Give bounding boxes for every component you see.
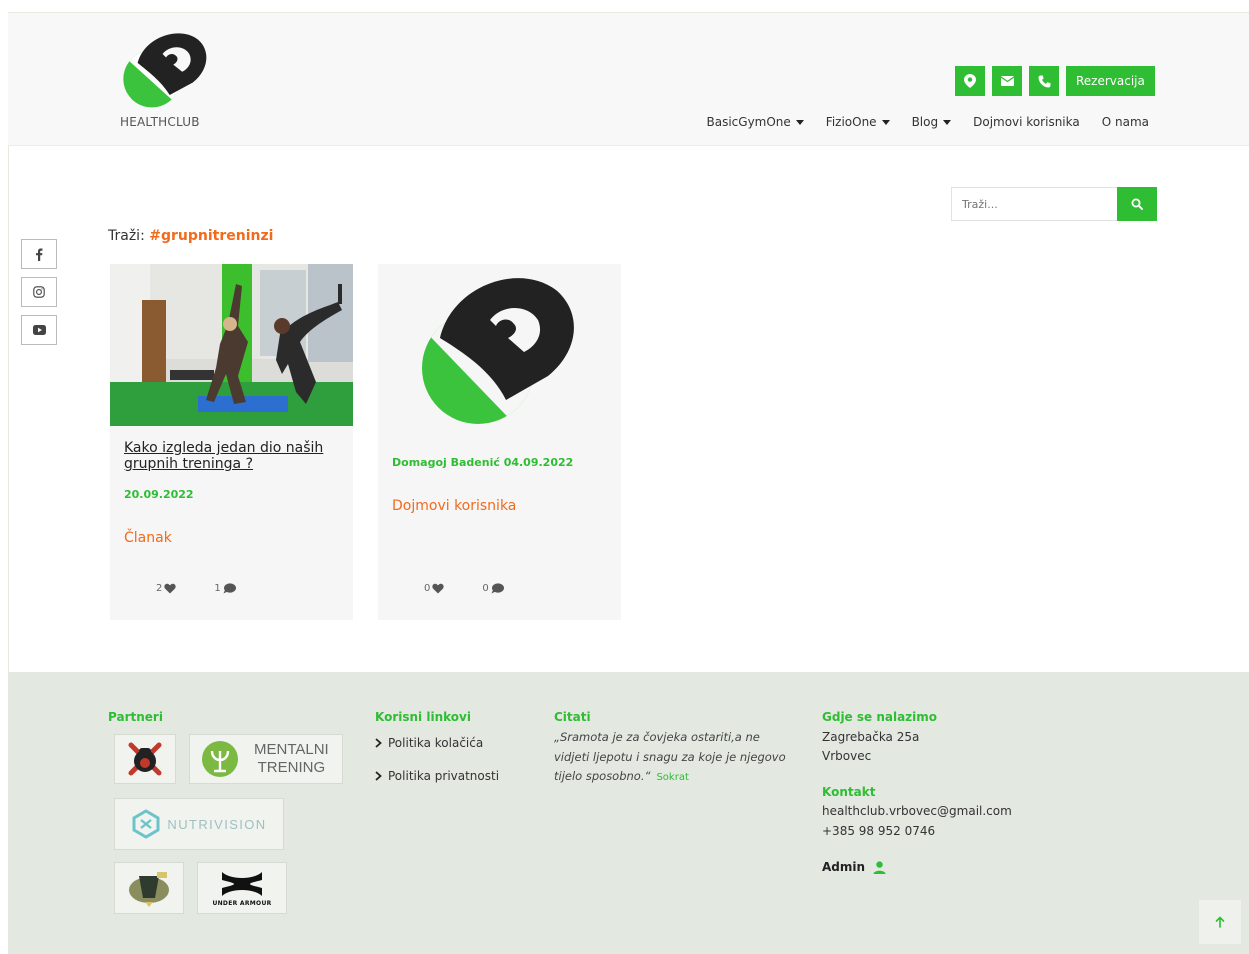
site-footer: Partneri MENTALNI TRENING NUTRIVISION UN… bbox=[8, 672, 1249, 954]
post-card[interactable]: Kako izgleda jedan dio naših grupnih tre… bbox=[110, 264, 353, 620]
site-header: HEALTHCLUB Rezervacija BasicGymOne Fizio… bbox=[8, 13, 1249, 146]
quote-block: „Sramota je za čovjeka ostariti,a ne vid… bbox=[554, 730, 786, 783]
address-city: Vrbovec bbox=[822, 749, 872, 763]
club-crest-icon bbox=[129, 872, 169, 907]
reservation-button[interactable]: Rezervacija bbox=[1066, 66, 1155, 96]
nutrivision-icon bbox=[132, 809, 160, 839]
location-icon[interactable] bbox=[955, 66, 985, 96]
post-stats: 0 0 bbox=[424, 583, 504, 594]
contact-email[interactable]: healthclub.vrbovec@gmail.com bbox=[822, 802, 1012, 821]
search-input[interactable] bbox=[951, 187, 1117, 221]
nav-item-blog[interactable]: Blog bbox=[912, 115, 952, 129]
under-armour-icon bbox=[222, 871, 262, 896]
quotes-heading: Citati bbox=[554, 710, 591, 724]
facebook-icon[interactable] bbox=[21, 239, 57, 269]
chevron-right-icon bbox=[375, 771, 382, 781]
location-heading: Gdje se nalazimo bbox=[822, 710, 938, 724]
heart-icon bbox=[432, 583, 445, 594]
instagram-icon[interactable] bbox=[21, 277, 57, 307]
post-date: 20.09.2022 bbox=[124, 488, 194, 501]
main-nav: BasicGymOne FizioOne Blog Dojmovi korisn… bbox=[707, 115, 1150, 129]
nav-item-dojmovi-korisnika[interactable]: Dojmovi korisnika bbox=[973, 115, 1080, 129]
partners-heading: Partneri bbox=[108, 710, 163, 724]
nav-item-basicgymone[interactable]: BasicGymOne bbox=[707, 115, 804, 129]
user-icon bbox=[873, 860, 886, 874]
like-count[interactable]: 2 bbox=[156, 583, 177, 594]
address-line: Zagrebačka 25a bbox=[822, 730, 920, 744]
partner-logo-under-armour[interactable]: UNDER ARMOUR bbox=[197, 862, 287, 914]
like-count[interactable]: 0 bbox=[424, 583, 445, 594]
post-card[interactable]: Domagoj Badenić 04.09.2022 Dojmovi koris… bbox=[378, 264, 621, 620]
footer-links: Politika kolačića Politika privatnosti bbox=[375, 736, 499, 796]
post-title[interactable]: Kako izgleda jedan dio naših grupnih tre… bbox=[124, 440, 334, 472]
mail-icon[interactable] bbox=[992, 66, 1022, 96]
post-thumbnail[interactable] bbox=[110, 264, 353, 426]
header-actions: Rezervacija bbox=[955, 66, 1155, 96]
post-author-date: Domagoj Badenić 04.09.2022 bbox=[392, 456, 574, 469]
contact-phone[interactable]: +385 98 952 0746 bbox=[822, 822, 935, 841]
youtube-icon[interactable] bbox=[21, 315, 57, 345]
search-tag[interactable]: #grupnitreninzi bbox=[149, 228, 273, 244]
post-category[interactable]: Dojmovi korisnika bbox=[392, 498, 516, 514]
partner-logo-nutrivision[interactable]: NUTRIVISION bbox=[114, 798, 284, 850]
nav-item-o-nama[interactable]: O nama bbox=[1102, 115, 1149, 129]
comment-count[interactable]: 0 bbox=[482, 583, 504, 594]
link-politika-privatnosti[interactable]: Politika privatnosti bbox=[375, 769, 499, 783]
kettlebell-logo-icon[interactable] bbox=[118, 27, 216, 113]
admin-link[interactable]: Admin bbox=[822, 860, 886, 874]
search-result-heading: Traži: #grupnitreninzi bbox=[108, 228, 274, 244]
post-thumbnail-logo[interactable] bbox=[378, 264, 621, 434]
post-stats: 2 1 bbox=[156, 583, 236, 594]
mental-training-icon bbox=[202, 741, 238, 777]
partner-logo-club[interactable] bbox=[114, 862, 184, 914]
contact-heading: Kontakt bbox=[822, 785, 876, 799]
comment-count[interactable]: 1 bbox=[214, 583, 236, 594]
partner-logo-boxing[interactable] bbox=[114, 734, 176, 784]
post-category[interactable]: Članak bbox=[124, 530, 172, 546]
heart-icon bbox=[164, 583, 177, 594]
arrow-up-icon bbox=[1215, 916, 1225, 928]
scroll-to-top-button[interactable] bbox=[1199, 900, 1241, 944]
caret-down-icon bbox=[881, 119, 890, 125]
logo-text: HEALTHCLUB bbox=[120, 115, 200, 129]
phone-icon[interactable] bbox=[1029, 66, 1059, 96]
comment-icon bbox=[491, 583, 504, 594]
caret-down-icon bbox=[943, 119, 952, 125]
caret-down-icon bbox=[795, 119, 804, 125]
boxing-club-icon bbox=[128, 742, 162, 776]
chevron-right-icon bbox=[375, 738, 382, 748]
comment-icon bbox=[223, 583, 236, 594]
nav-item-fizioone[interactable]: FizioOne bbox=[826, 115, 890, 129]
links-heading: Korisni linkovi bbox=[375, 710, 471, 724]
social-links bbox=[21, 239, 57, 345]
partner-logo-mentalni-trening[interactable]: MENTALNI TRENING bbox=[189, 734, 343, 784]
search-form bbox=[951, 187, 1157, 221]
quote-author: Sokrat bbox=[656, 772, 689, 783]
link-politika-kolacica[interactable]: Politika kolačića bbox=[375, 736, 499, 750]
search-button[interactable] bbox=[1117, 187, 1157, 221]
search-icon bbox=[1131, 198, 1143, 210]
